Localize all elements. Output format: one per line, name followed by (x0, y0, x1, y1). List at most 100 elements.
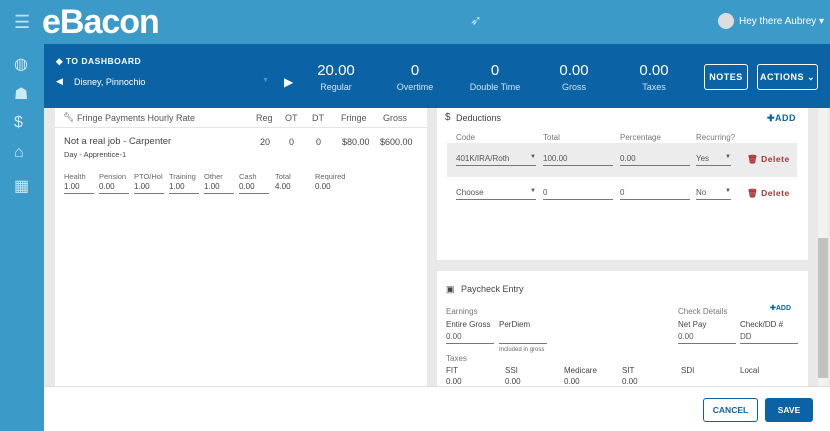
fringe-field-label: Health (64, 172, 86, 181)
entire-gross-input[interactable]: 0.00 (446, 332, 494, 344)
add-check-button[interactable]: ✚ADD (770, 304, 791, 312)
footer: CANCEL SAVE (44, 386, 830, 431)
col-gross: Gross (383, 113, 408, 123)
prev-employee-icon[interactable]: ◀ (56, 76, 63, 87)
tax-label: Local (740, 366, 760, 375)
tax-value[interactable]: 0.00 (505, 377, 521, 386)
net-pay-input[interactable]: 0.00 (678, 332, 736, 344)
cancel-button[interactable]: CANCEL (703, 398, 758, 422)
stat-regular: 20.00 Regular (317, 62, 355, 92)
recurring-select[interactable]: No ▼ (696, 188, 731, 200)
job-subtitle: Day - Apprentice-1 (64, 150, 127, 159)
ot-value: 0 (289, 137, 295, 147)
employee-select[interactable]: Disney, Pinnochio ▼ (74, 77, 269, 87)
user-menu[interactable]: Hey there Aubrey ▾ (718, 13, 824, 29)
fringe-field-label: Pension (99, 172, 127, 181)
col-reg: Reg (256, 113, 273, 123)
taxes-label: Taxes (446, 354, 467, 363)
entire-gross-label: Entire Gross (446, 320, 491, 329)
col-ot: OT (285, 113, 298, 123)
globe-icon[interactable]: ◍ (14, 54, 28, 74)
fringe-field-input[interactable]: 1.00 (64, 182, 94, 194)
earnings-label: Earnings (446, 307, 478, 316)
deduction-total-input[interactable]: 100.00 (543, 154, 613, 166)
scrollbar-thumb[interactable] (818, 238, 828, 378)
sidebar: ◍ ☗ $ ⌂ ▦ (0, 44, 44, 431)
col-percentage: Percentage (620, 133, 661, 142)
reg-value: 20 (260, 137, 271, 147)
tax-value[interactable]: 0.00 (622, 377, 638, 386)
bank-icon[interactable]: ⌂ (14, 144, 24, 162)
fringe-field-input[interactable]: 1.00 (169, 182, 199, 194)
gross-value: $600.00 (380, 137, 413, 147)
deduction-percentage-input[interactable]: 0.00 (620, 154, 690, 166)
dollar-icon[interactable]: $ (14, 114, 23, 132)
add-deduction-button[interactable]: ✚ADD (767, 113, 796, 124)
menu-icon[interactable]: ☰ (14, 12, 30, 33)
notes-button[interactable]: NOTES (704, 64, 748, 90)
actions-button[interactable]: ACTIONS ⌄ (757, 64, 818, 90)
users-icon[interactable]: ☗ (14, 84, 28, 104)
money-icon: ▣ (446, 284, 455, 294)
col-fringe: Fringe (341, 113, 367, 123)
scrollbar[interactable] (818, 108, 828, 386)
building-icon[interactable]: ▦ (14, 176, 29, 196)
delete-button[interactable]: 🗑︎ Delete (747, 188, 790, 199)
fringe-field-input[interactable]: 1.00 (204, 182, 234, 194)
to-dashboard-link[interactable]: ◆ TO DASHBOARD (56, 56, 141, 67)
trash-icon: 🗑︎ (747, 154, 759, 164)
dollar-icon: $ (445, 112, 451, 123)
tax-value[interactable]: 0.00 (446, 377, 462, 386)
header-band: ◆ TO DASHBOARD ◀ Disney, Pinnochio ▼ ▶ 20… (44, 44, 830, 108)
save-button[interactable]: SAVE (765, 398, 813, 422)
fringe-field-label: PTO/Hol (134, 172, 163, 181)
user-greeting: Hey there Aubrey ▾ (739, 15, 825, 27)
fringe-field-input[interactable]: 0.00 (239, 182, 269, 194)
perdiem-input[interactable] (499, 332, 547, 344)
fringe-header: 🔧︎ Fringe Payments Hourly Rate Reg OT DT… (55, 108, 427, 128)
deduction-percentage-input[interactable]: 0 (620, 188, 690, 200)
fringe-field-input[interactable]: 0.00 (99, 182, 129, 194)
paycheck-title: Paycheck Entry (461, 284, 524, 294)
fringe-field-label: Cash (239, 172, 257, 181)
fringe-value: $80.00 (342, 137, 370, 147)
fringe-field-label: Total (275, 172, 291, 181)
check-dd-input[interactable]: DD (740, 332, 798, 344)
delete-button[interactable]: 🗑︎ Delete (747, 154, 790, 165)
tax-label: FIT (446, 366, 458, 375)
tax-value[interactable]: 0.00 (564, 377, 580, 386)
fringe-field-input[interactable]: 1.00 (134, 182, 164, 194)
fringe-title: Fringe Payments Hourly Rate (77, 113, 196, 123)
check-details-label: Check Details (678, 307, 728, 316)
dt-value: 0 (316, 137, 322, 147)
net-pay-label: Net Pay (678, 320, 707, 329)
paycheck-panel: ▣ Paycheck Entry Earnings Entire Gross 0… (437, 271, 808, 386)
tax-label: SIT (622, 366, 635, 375)
tax-label: SDI (681, 366, 695, 375)
check-dd-label: Check/DD # (740, 320, 784, 329)
perdiem-label: PerDiem (499, 320, 531, 329)
deductions-panel: $ Deductions ✚ADD Code Total Percentage … (437, 108, 808, 260)
stat-double-time: 0 Double Time (469, 62, 521, 92)
stat-gross: 0.00 Gross (559, 62, 589, 92)
col-code: Code (456, 133, 476, 142)
tax-label: SSI (505, 366, 518, 375)
tax-label: Medicare (564, 366, 597, 375)
deduction-total-input[interactable]: 0 (543, 188, 613, 200)
recurring-select[interactable]: Yes ▼ (696, 154, 731, 166)
deduction-code-select[interactable]: Choose ▼ (456, 188, 536, 200)
fringe-field-label: Required (315, 172, 346, 181)
next-employee-icon[interactable]: ▶ (284, 75, 293, 89)
deduction-code-select[interactable]: 401K/IRA/Roth ▼ (456, 154, 536, 166)
avatar (718, 13, 734, 29)
rocket-icon[interactable]: ➶ (470, 12, 482, 29)
job-title: Not a real job - Carpenter (64, 136, 172, 147)
fringe-field-label: Training (169, 172, 196, 181)
col-recurring: Recurring? (696, 133, 736, 142)
col-total: Total (543, 133, 560, 142)
wrench-icon: 🔧︎ (63, 112, 75, 122)
logo: eBacon (42, 3, 160, 41)
col-dt: DT (312, 113, 324, 123)
included-in-gross-note: Included in gross (499, 347, 545, 353)
deductions-title: Deductions (456, 113, 502, 123)
